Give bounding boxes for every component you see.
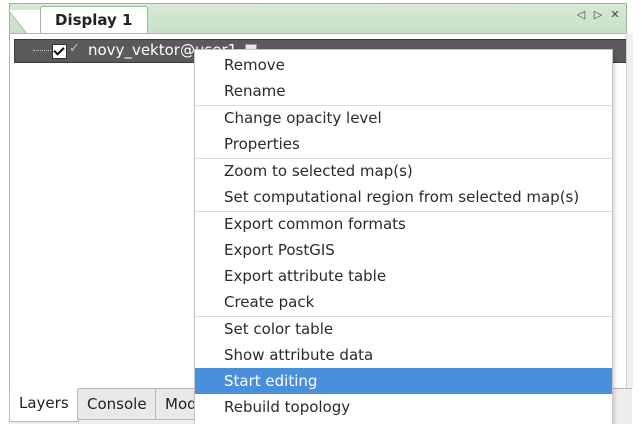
tab-console-label: Console <box>87 395 147 413</box>
menu-item-create-pack[interactable]: Create pack <box>195 289 612 315</box>
menu-item-export-attribute-table[interactable]: Export attribute table <box>195 263 612 289</box>
tab-controls: ◁ ▷ ✕ <box>576 8 620 21</box>
tab-scroll-left-icon[interactable]: ◁ <box>576 8 586 21</box>
menu-item-set-color-table[interactable]: Set color table <box>195 316 612 342</box>
right-scroll-edge[interactable] <box>626 33 633 389</box>
tab-display-1-label: Display 1 <box>55 11 133 29</box>
tab-display-1[interactable]: Display 1 <box>40 6 148 35</box>
menu-item-rename[interactable]: Rename <box>195 78 612 104</box>
tab-console[interactable]: Console <box>77 389 157 420</box>
menu-item-remove[interactable]: Remove <box>195 52 612 78</box>
menu-item-properties[interactable]: Properties <box>195 131 612 157</box>
menu-item-export-postgis[interactable]: Export PostGIS <box>195 237 612 263</box>
menu-item-change-opacity[interactable]: Change opacity level <box>195 105 612 131</box>
tab-layers[interactable]: Layers <box>9 388 79 422</box>
tab-layers-label: Layers <box>19 394 69 412</box>
display-tabstrip: Display 1 ◁ ▷ ✕ <box>7 3 627 36</box>
menu-item-show-attribute-data[interactable]: Show attribute data <box>195 342 612 368</box>
menu-item-zoom-selected[interactable]: Zoom to selected map(s) <box>195 158 612 184</box>
layer-context-menu: Remove Rename Change opacity level Prope… <box>194 49 613 424</box>
tab-modules-label: Mod <box>165 395 197 413</box>
tab-scroll-right-icon[interactable]: ▷ <box>593 8 603 21</box>
layer-visibility-checkbox[interactable] <box>52 44 67 59</box>
tree-connector <box>33 50 51 51</box>
menu-item-export-common[interactable]: Export common formats <box>195 211 612 237</box>
menu-item-set-region[interactable]: Set computational region from selected m… <box>195 184 612 210</box>
vector-layer-icon: ✓ <box>69 41 80 56</box>
tab-close-icon[interactable]: ✕ <box>610 8 620 21</box>
menu-item-rebuild-topology[interactable]: Rebuild topology <box>195 394 612 420</box>
menu-item-start-editing[interactable]: Start editing <box>195 368 612 394</box>
